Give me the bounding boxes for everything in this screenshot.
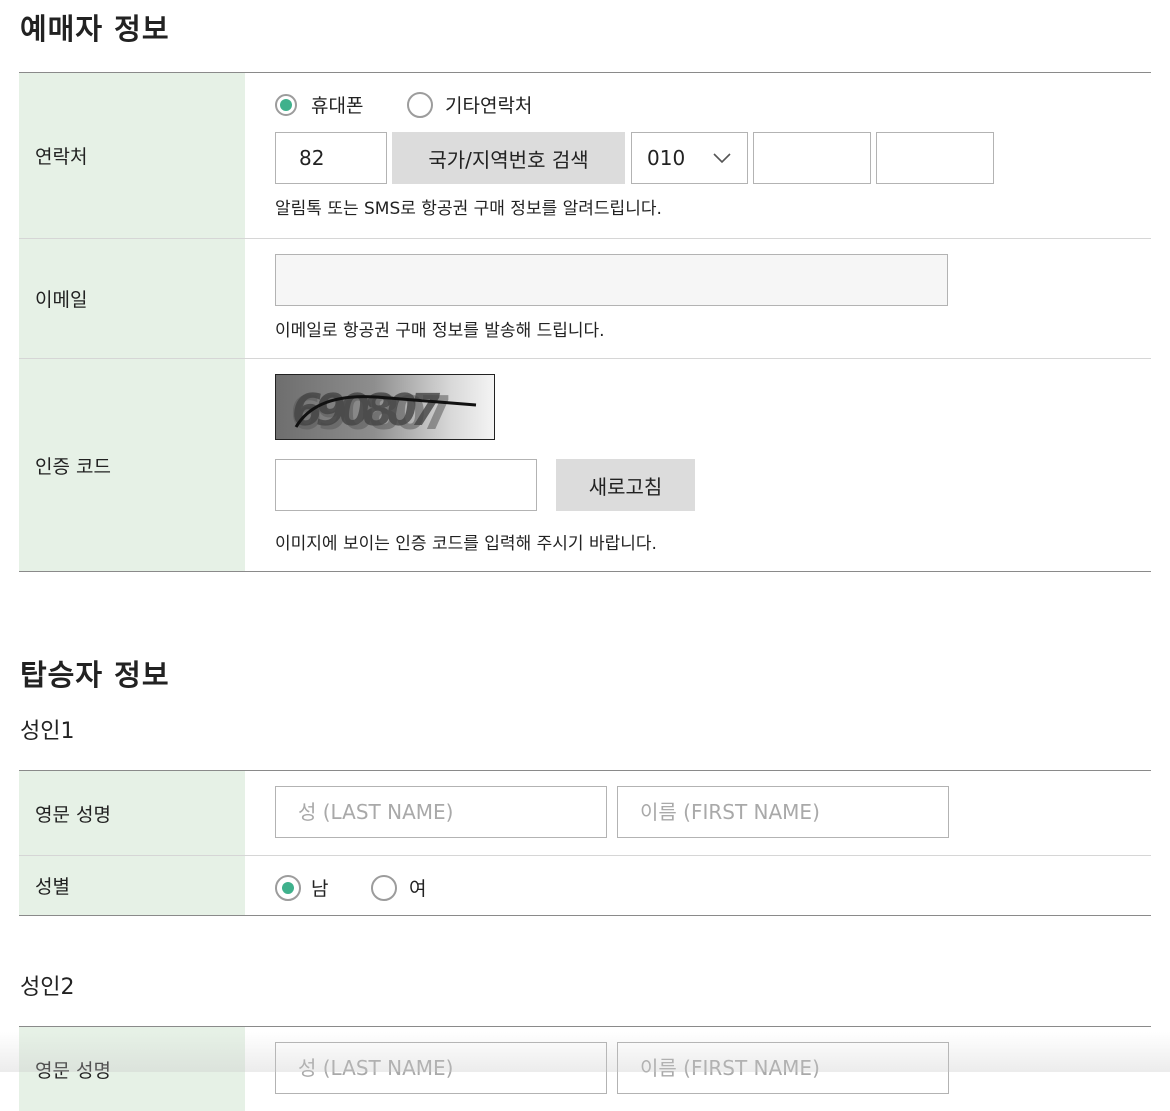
radio-mobile-label: 휴대폰 [311, 95, 364, 117]
passenger-section-title: 탑승자 정보 [20, 658, 170, 692]
captcha-row: 인증 코드 690807 690807 새로고침 이미지에 보이는 인증 코드를… [19, 358, 1151, 571]
country-search-button[interactable]: 국가/지역번호 검색 [392, 132, 625, 184]
phone-prefix-select[interactable]: 010 [631, 132, 748, 184]
buyer-section-title: 예매자 정보 [20, 12, 170, 46]
adult1-name-label: 영문 성명 [19, 771, 245, 855]
contact-row: 연락처 휴대폰 기타연락처 82 국가/지역번호 검색 010 알림톡 또는 S… [19, 73, 1151, 238]
adult2-last-name-input[interactable] [275, 1042, 607, 1094]
phone-last-input[interactable] [876, 132, 994, 184]
email-help-text: 이메일로 항공권 구매 정보를 발송해 드립니다. [275, 321, 605, 341]
adult1-first-name-input[interactable] [617, 786, 949, 838]
captcha-content: 690807 690807 새로고침 이미지에 보이는 인증 코드를 입력해 주… [245, 359, 1151, 571]
radio-other-contact[interactable]: 기타연락처 [407, 91, 532, 118]
radio-other-indicator[interactable] [407, 91, 433, 118]
captcha-input[interactable] [275, 459, 537, 511]
adult1-title: 성인1 [20, 719, 75, 744]
adult2-name-content [245, 1027, 1151, 1111]
contact-help-text: 알림톡 또는 SMS로 항공권 구매 정보를 알려드립니다. [275, 199, 662, 219]
radio-male-indicator[interactable] [275, 874, 301, 901]
adult1-name-row: 영문 성명 [19, 771, 1151, 855]
adult1-form-table: 영문 성명 성별 남 여 [19, 770, 1151, 916]
radio-gender-female[interactable]: 여 [371, 874, 426, 901]
captcha-label: 인증 코드 [19, 359, 245, 571]
phone-middle-input[interactable] [753, 132, 871, 184]
adult2-name-label: 영문 성명 [19, 1027, 245, 1111]
captcha-image: 690807 690807 [275, 374, 495, 440]
email-input[interactable] [275, 254, 948, 306]
adult2-title: 성인2 [20, 975, 75, 1000]
radio-mobile[interactable]: 휴대폰 [275, 91, 363, 118]
radio-female-indicator[interactable] [371, 874, 397, 901]
radio-male-label: 남 [311, 878, 329, 900]
adult1-gender-label: 성별 [19, 856, 245, 915]
adult2-name-row: 영문 성명 [19, 1027, 1151, 1111]
country-code-field[interactable]: 82 [275, 132, 387, 184]
adult2-first-name-input[interactable] [617, 1042, 949, 1094]
email-content: 이메일로 항공권 구매 정보를 발송해 드립니다. [245, 239, 1151, 358]
chevron-down-icon [713, 153, 731, 164]
captcha-refresh-button[interactable]: 새로고침 [556, 459, 695, 511]
email-row: 이메일 이메일로 항공권 구매 정보를 발송해 드립니다. [19, 238, 1151, 358]
radio-mobile-indicator[interactable] [275, 93, 297, 116]
buyer-form-table: 연락처 휴대폰 기타연락처 82 국가/지역번호 검색 010 알림톡 또는 S… [19, 72, 1151, 572]
email-label: 이메일 [19, 239, 245, 358]
radio-other-label: 기타연락처 [445, 95, 533, 117]
contact-label: 연락처 [19, 73, 245, 238]
adult1-name-content [245, 771, 1151, 855]
radio-female-label: 여 [409, 878, 427, 900]
captcha-help-text: 이미지에 보이는 인증 코드를 입력해 주시기 바랍니다. [275, 534, 657, 554]
adult1-gender-content: 남 여 [245, 856, 1151, 915]
captcha-graphic: 690807 690807 [287, 385, 477, 439]
radio-gender-male[interactable]: 남 [275, 874, 328, 901]
contact-content: 휴대폰 기타연락처 82 국가/지역번호 검색 010 알림톡 또는 SMS로 … [245, 73, 1151, 238]
phone-prefix-value: 010 [647, 146, 686, 170]
adult2-form-table: 영문 성명 [19, 1026, 1151, 1111]
adult1-gender-row: 성별 남 여 [19, 855, 1151, 915]
adult1-last-name-input[interactable] [275, 786, 607, 838]
